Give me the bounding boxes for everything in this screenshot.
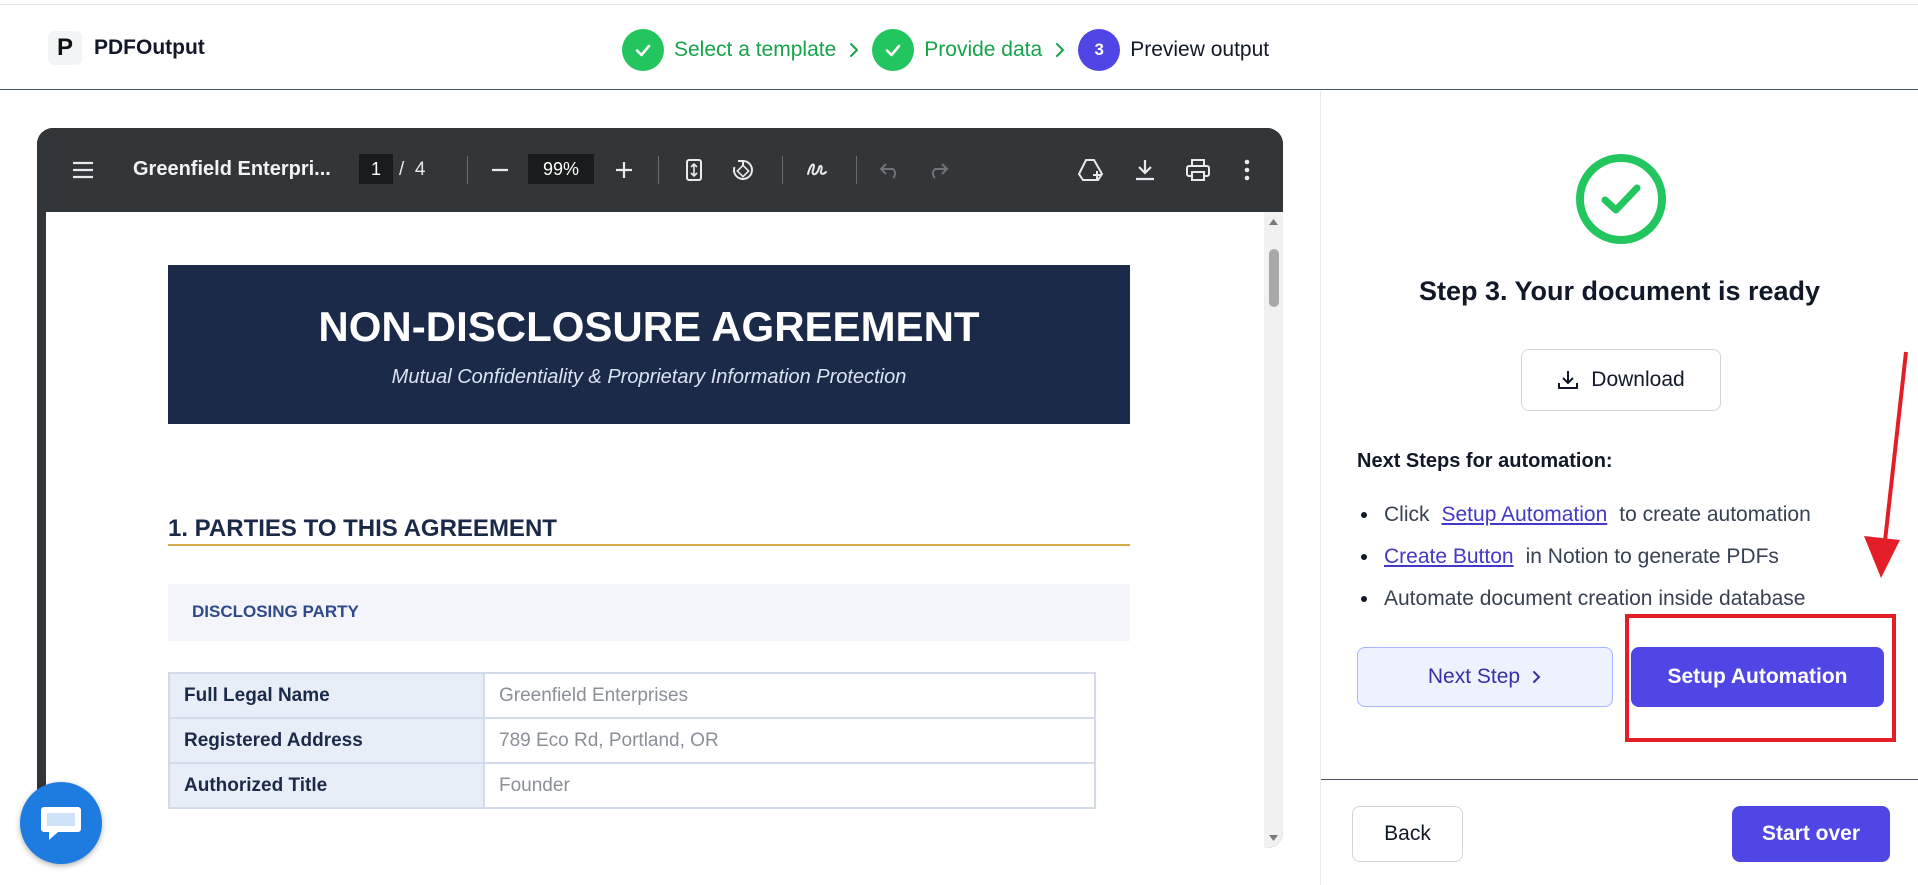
row-key: Authorized Title bbox=[168, 762, 485, 809]
pdf-page: NON-DISCLOSURE AGREEMENT Mutual Confiden… bbox=[46, 212, 1264, 848]
next-steps-list: Click Setup Automation to create automat… bbox=[1357, 494, 1811, 620]
table-row: Authorized Title Founder bbox=[168, 762, 1096, 809]
chevron-right-icon bbox=[1533, 671, 1541, 683]
party-table: Full Legal Name Greenfield Enterprises R… bbox=[168, 672, 1096, 809]
chevron-right-icon bbox=[836, 42, 872, 58]
row-value: Greenfield Enterprises bbox=[483, 672, 1096, 719]
zoom-input[interactable]: 99% bbox=[528, 154, 594, 184]
brand-logo: P bbox=[48, 31, 82, 65]
draw-icon[interactable] bbox=[801, 154, 833, 186]
step-preview-output: 3 Preview output bbox=[1078, 29, 1269, 71]
bullet-text: to create automation bbox=[1619, 503, 1811, 526]
annotation-arrow-icon bbox=[1864, 351, 1908, 578]
next-step-label: Next Step bbox=[1427, 665, 1521, 688]
bullet-text: in Notion to generate PDFs bbox=[1525, 545, 1779, 568]
pdf-viewer: Greenfield Enterpri... 1 / 4 99% NON-DIS… bbox=[37, 128, 1283, 848]
row-key: Registered Address bbox=[168, 717, 485, 764]
toolbar-divider bbox=[856, 156, 857, 184]
start-over-button[interactable]: Start over bbox=[1732, 806, 1890, 862]
toolbar-divider bbox=[658, 156, 659, 184]
party-label: DISCLOSING PARTY bbox=[192, 602, 359, 621]
brand[interactable]: P PDFOutput bbox=[48, 31, 205, 65]
chevron-right-icon bbox=[1042, 42, 1078, 58]
scroll-thumb[interactable] bbox=[1269, 249, 1279, 307]
bullet-dot bbox=[1361, 512, 1367, 518]
download-icon bbox=[1558, 371, 1579, 389]
check-icon bbox=[872, 29, 915, 71]
step-label: Provide data bbox=[924, 38, 1043, 61]
download-button[interactable]: Download bbox=[1521, 349, 1721, 411]
pdf-scrollbar[interactable] bbox=[1264, 212, 1283, 848]
document-title: Greenfield Enterpri... bbox=[133, 158, 331, 180]
table-row: Full Legal Name Greenfield Enterprises bbox=[168, 672, 1096, 719]
download-label: Download bbox=[1591, 368, 1685, 391]
scroll-down-icon[interactable] bbox=[1268, 834, 1279, 842]
success-check-icon bbox=[1576, 154, 1666, 244]
more-vert-icon[interactable] bbox=[1235, 154, 1259, 186]
panel-divider bbox=[1320, 91, 1321, 885]
back-button[interactable]: Back bbox=[1352, 806, 1463, 862]
step-label: Preview output bbox=[1130, 38, 1270, 61]
step-provide-data[interactable]: Provide data bbox=[872, 29, 1042, 71]
table-row: Registered Address 789 Eco Rd, Portland,… bbox=[168, 717, 1096, 764]
step-number: 3 bbox=[1078, 29, 1121, 71]
scroll-up-icon[interactable] bbox=[1268, 218, 1279, 226]
bullet-dot bbox=[1361, 554, 1367, 560]
step-select-template[interactable]: Select a template bbox=[622, 29, 836, 71]
setup-automation-link[interactable]: Setup Automation bbox=[1442, 503, 1608, 527]
redo-icon[interactable] bbox=[923, 155, 953, 185]
rotate-icon[interactable] bbox=[727, 154, 759, 186]
step-label: Select a template bbox=[674, 38, 837, 61]
chat-icon bbox=[41, 807, 81, 840]
app-header: P PDFOutput Select a template Provide da… bbox=[0, 5, 1918, 90]
undo-icon[interactable] bbox=[875, 155, 905, 185]
next-steps-title: Next Steps for automation: bbox=[1357, 450, 1613, 472]
list-item: Click Setup Automation to create automat… bbox=[1357, 494, 1811, 536]
next-step-button[interactable]: Next Step bbox=[1357, 647, 1613, 707]
row-value: Founder bbox=[483, 762, 1096, 809]
row-key: Full Legal Name bbox=[168, 672, 485, 719]
menu-icon[interactable] bbox=[67, 155, 99, 185]
list-item: Create Button in Notion to generate PDFs bbox=[1357, 536, 1811, 578]
zoom-out-icon[interactable] bbox=[485, 155, 515, 185]
ready-title: Step 3. Your document is ready bbox=[1418, 276, 1821, 306]
app-root: P PDFOutput Select a template Provide da… bbox=[0, 0, 1918, 885]
chat-launcher[interactable] bbox=[20, 782, 102, 864]
bullet-text: Click bbox=[1384, 503, 1430, 526]
footer-divider bbox=[1321, 779, 1918, 780]
document-subtitle: Mutual Confidentiality & Proprietary Inf… bbox=[391, 366, 907, 388]
total-pages: 4 bbox=[414, 159, 426, 180]
document-banner: NON-DISCLOSURE AGREEMENT Mutual Confiden… bbox=[168, 265, 1130, 424]
drive-add-icon[interactable] bbox=[1075, 154, 1107, 186]
download-icon[interactable] bbox=[1129, 154, 1161, 186]
party-box: DISCLOSING PARTY bbox=[168, 584, 1130, 641]
section-heading: 1. PARTIES TO THIS AGREEMENT bbox=[168, 515, 1130, 546]
fit-page-icon[interactable] bbox=[679, 154, 709, 186]
row-value: 789 Eco Rd, Portland, OR bbox=[483, 717, 1096, 764]
toolbar-divider bbox=[782, 156, 783, 184]
bullet-text: Automate document creation inside databa… bbox=[1384, 587, 1806, 610]
page-number-input[interactable]: 1 bbox=[359, 154, 393, 184]
zoom-in-icon[interactable] bbox=[609, 155, 639, 185]
page-separator: / bbox=[399, 159, 405, 180]
print-icon[interactable] bbox=[1181, 154, 1215, 186]
document-heading: NON-DISCLOSURE AGREEMENT bbox=[318, 303, 980, 350]
page-count: / 4 bbox=[399, 159, 425, 181]
annotation-highlight-box bbox=[1625, 614, 1896, 742]
stepper: Select a template Provide data 3 Preview… bbox=[622, 29, 1269, 71]
brand-name: PDFOutput bbox=[94, 36, 205, 59]
bullet-dot bbox=[1361, 596, 1367, 602]
check-icon bbox=[622, 29, 664, 71]
pdf-toolbar: Greenfield Enterpri... 1 / 4 99% bbox=[37, 128, 1283, 212]
create-button-link[interactable]: Create Button bbox=[1384, 545, 1514, 569]
toolbar-divider bbox=[467, 156, 468, 184]
